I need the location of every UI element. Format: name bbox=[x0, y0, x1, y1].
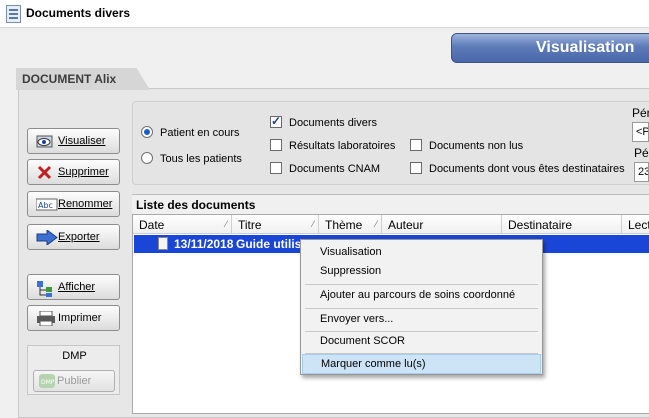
visualiser-label: Visualiser bbox=[58, 135, 106, 147]
sort-icon: ⁄ bbox=[225, 219, 227, 229]
column-titre[interactable]: Titre ⁄ bbox=[232, 215, 319, 234]
checkbox-documents-divers-label: Documents divers bbox=[289, 117, 378, 129]
window-title: Documents divers bbox=[26, 6, 131, 20]
afficher-button[interactable]: Afficher bbox=[27, 274, 120, 300]
dmp-publish-icon: DMP bbox=[39, 374, 55, 391]
context-menu: Visualisation Suppression Ajouter au par… bbox=[300, 239, 543, 375]
radio-tous-les-patients[interactable] bbox=[141, 152, 153, 164]
checkbox-resultats-laboratoires-label: Résultats laboratoires bbox=[289, 140, 396, 152]
period-input-bottom[interactable]: 23 bbox=[634, 162, 649, 182]
period-input-top[interactable]: <P bbox=[632, 122, 649, 142]
delete-x-icon bbox=[36, 165, 54, 180]
menu-separator bbox=[305, 284, 538, 285]
supprimer-button[interactable]: Supprimer bbox=[27, 159, 120, 185]
column-auteur-label: Auteur bbox=[388, 218, 424, 232]
document-icon bbox=[158, 237, 168, 250]
column-date[interactable]: Date ⁄ bbox=[133, 215, 232, 234]
dmp-group: DMP DMP Publier bbox=[27, 345, 120, 395]
column-lecture-label: Lect bbox=[628, 218, 649, 232]
row-date: 13/11/2018 bbox=[174, 237, 234, 251]
visualisation-header-button[interactable]: Visualisation bbox=[451, 33, 649, 63]
column-date-label: Date bbox=[139, 218, 165, 232]
dmp-title: DMP bbox=[62, 350, 87, 362]
row-titre: Guide utilisateur bbox=[236, 237, 302, 251]
exporter-button[interactable]: Exporter bbox=[27, 224, 120, 250]
radio-patient-en-cours[interactable] bbox=[141, 126, 153, 138]
checkbox-documents-destinataires-label: Documents dont vous êtes destinataires bbox=[429, 163, 625, 175]
menu-item-visualisation[interactable]: Visualisation bbox=[302, 243, 541, 263]
checkbox-documents-non-lus[interactable] bbox=[410, 139, 422, 151]
visualiser-button[interactable]: Visualiser bbox=[27, 128, 120, 154]
afficher-label: Afficher bbox=[58, 281, 96, 293]
menu-item-document-scor[interactable]: Document SCOR bbox=[302, 332, 541, 352]
column-auteur[interactable]: Auteur bbox=[382, 215, 502, 234]
column-lecture[interactable]: Lect bbox=[622, 215, 649, 234]
title-bar: Documents divers bbox=[0, 0, 649, 28]
sort-icon: ⁄ bbox=[312, 219, 314, 229]
abc-rename-icon: Abc bbox=[35, 197, 58, 212]
radio-tous-les-patients-label: Tous les patients bbox=[160, 153, 242, 165]
imprimer-label: Imprimer bbox=[58, 312, 102, 324]
supprimer-label: Supprimer bbox=[58, 166, 109, 178]
renommer-label: Renommer bbox=[58, 198, 113, 210]
menu-separator bbox=[305, 308, 538, 309]
checkbox-documents-cnam-label: Documents CNAM bbox=[289, 163, 381, 175]
checkbox-documents-cnam[interactable] bbox=[270, 162, 282, 174]
checkbox-documents-divers[interactable] bbox=[270, 114, 282, 128]
eye-icon bbox=[36, 134, 54, 149]
arrow-right-icon bbox=[36, 229, 58, 246]
sort-icon: ⁄ bbox=[375, 219, 377, 229]
menu-item-marquer-comme-lu[interactable]: Marquer comme lu(s) bbox=[302, 354, 541, 374]
column-theme-label: Thème bbox=[325, 218, 363, 232]
radio-patient-en-cours-label: Patient en cours bbox=[160, 127, 240, 139]
document-tab-label: DOCUMENT Alix bbox=[22, 72, 117, 86]
imprimer-button[interactable]: Imprimer bbox=[27, 305, 120, 331]
menu-item-suppression[interactable]: Suppression bbox=[302, 262, 541, 282]
period-label-top: Pér bbox=[632, 106, 649, 120]
publier-label: Publier bbox=[57, 375, 92, 387]
exporter-label: Exporter bbox=[58, 231, 100, 243]
svg-text:Abc: Abc bbox=[38, 201, 53, 210]
display-tree-icon bbox=[36, 280, 54, 297]
document-list-title: Liste des documents bbox=[136, 198, 256, 212]
document-tab[interactable]: DOCUMENT Alix bbox=[16, 68, 150, 90]
printer-icon bbox=[36, 310, 55, 327]
checkbox-documents-non-lus-label: Documents non lus bbox=[429, 140, 524, 152]
clm-app-icon bbox=[6, 5, 21, 23]
svg-text:DMP: DMP bbox=[41, 379, 55, 386]
column-titre-label: Titre bbox=[238, 218, 262, 232]
column-destinataire[interactable]: Destinataire bbox=[502, 215, 622, 234]
period-label-bottom: Pé bbox=[634, 146, 649, 160]
checkbox-documents-destinataires[interactable] bbox=[410, 162, 422, 174]
menu-item-envoyer-vers[interactable]: Envoyer vers... bbox=[302, 310, 541, 330]
renommer-button[interactable]: Abc Renommer bbox=[27, 191, 120, 217]
document-list-header: Liste des documents bbox=[132, 194, 649, 214]
column-destinataire-label: Destinataire bbox=[508, 218, 573, 232]
publier-button[interactable]: DMP Publier bbox=[33, 370, 115, 392]
column-theme[interactable]: Thème ⁄ bbox=[319, 215, 382, 234]
checkbox-resultats-laboratoires[interactable] bbox=[270, 139, 282, 151]
menu-item-ajouter-parcours[interactable]: Ajouter au parcours de soins coordonné bbox=[302, 286, 541, 306]
